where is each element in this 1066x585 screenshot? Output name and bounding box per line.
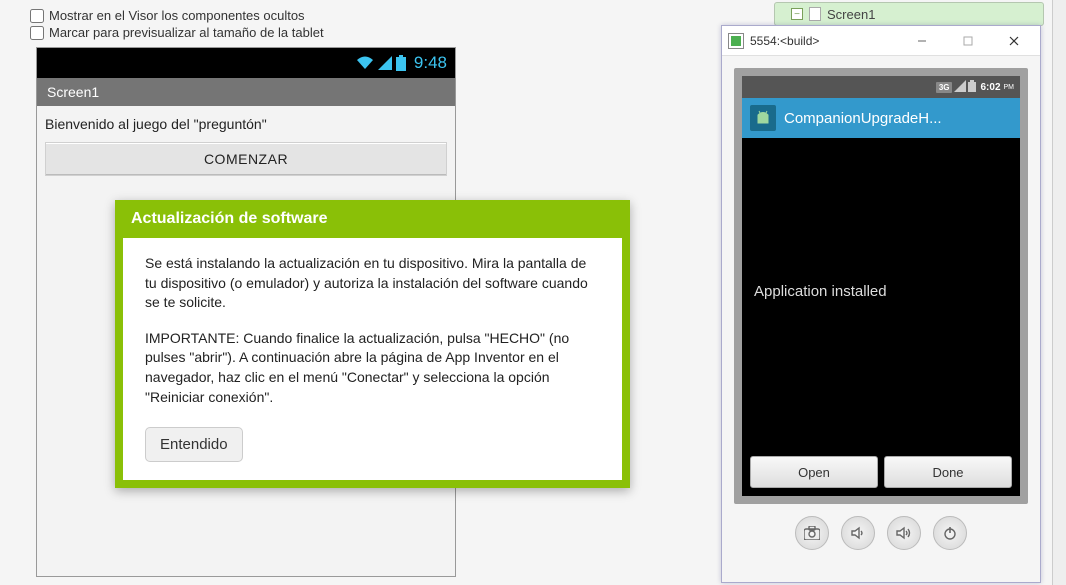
modal-paragraph-1: Se está instalando la actualización en t… [145,254,600,313]
tablet-preview-checkbox-row[interactable]: Marcar para previsualizar al tamaño de l… [30,25,760,40]
tree-root-label: Screen1 [827,7,875,22]
welcome-label: Bienvenido al juego del "preguntón" [37,106,455,140]
battery-icon [396,55,406,71]
emu-app-title: CompanionUpgradeH... [784,110,942,127]
emu-app-bar: CompanionUpgradeH... [742,98,1020,138]
volume-up-button[interactable] [887,516,921,550]
emu-battery-icon [968,80,976,95]
start-button[interactable]: COMENZAR [45,142,447,176]
preview-status-bar: 9:48 [37,48,455,78]
show-hidden-checkbox-row[interactable]: Mostrar en el Visor los componentes ocul… [30,8,760,23]
properties-panel-edge [1052,0,1066,585]
tablet-preview-label: Marcar para previsualizar al tamaño de l… [49,25,324,40]
emu-done-label: Done [932,465,963,480]
volume-down-button[interactable] [841,516,875,550]
component-tree-item[interactable]: − Screen1 [774,2,1044,26]
close-button[interactable] [994,27,1034,55]
preview-screen-title: Screen1 [37,78,455,106]
emu-done-button[interactable]: Done [884,456,1012,488]
modal-title: Actualización de software [123,208,622,238]
start-button-label: COMENZAR [204,151,288,167]
emulator-bezel: 3G 6:02 PM CompanionUpgradeH... [734,68,1028,504]
android-icon [750,105,776,131]
preview-time: 9:48 [414,53,447,73]
maximize-button[interactable] [948,27,988,55]
show-hidden-checkbox[interactable] [30,9,44,23]
show-hidden-label: Mostrar en el Visor los componentes ocul… [49,8,305,23]
network-3g-icon: 3G [936,82,953,93]
power-button[interactable] [933,516,967,550]
emulator-titlebar[interactable]: 5554:<build> [722,26,1040,56]
emu-time-pm: PM [1004,84,1015,91]
emu-open-button[interactable]: Open [750,456,878,488]
screen-icon [809,7,821,21]
emulator-screen: 3G 6:02 PM CompanionUpgradeH... [742,76,1020,496]
ok-button-label: Entendido [160,436,228,453]
emu-signal-icon [954,80,966,95]
minimize-button[interactable] [902,27,942,55]
emu-time: 6:02 [980,82,1000,93]
camera-button[interactable] [795,516,829,550]
emulator-title: 5554:<build> [750,34,819,48]
emulator-window: 5554:<build> 3G 6:02 [721,25,1041,583]
tablet-preview-checkbox[interactable] [30,26,44,40]
emulator-controls [734,504,1028,562]
software-update-modal: Actualización de software Se está instal… [115,200,630,488]
collapse-icon[interactable]: − [791,8,803,20]
emu-status-bar: 3G 6:02 PM [742,76,1020,98]
emu-open-label: Open [798,465,830,480]
wifi-icon [356,56,374,70]
modal-body: Se está instalando la actualización en t… [123,238,622,480]
ok-button[interactable]: Entendido [145,427,243,462]
signal-icon [378,56,392,70]
emu-install-message: Application installed [742,138,1020,300]
emulator-app-icon [728,33,744,49]
modal-paragraph-2: IMPORTANTE: Cuando finalice la actualiza… [145,329,600,407]
